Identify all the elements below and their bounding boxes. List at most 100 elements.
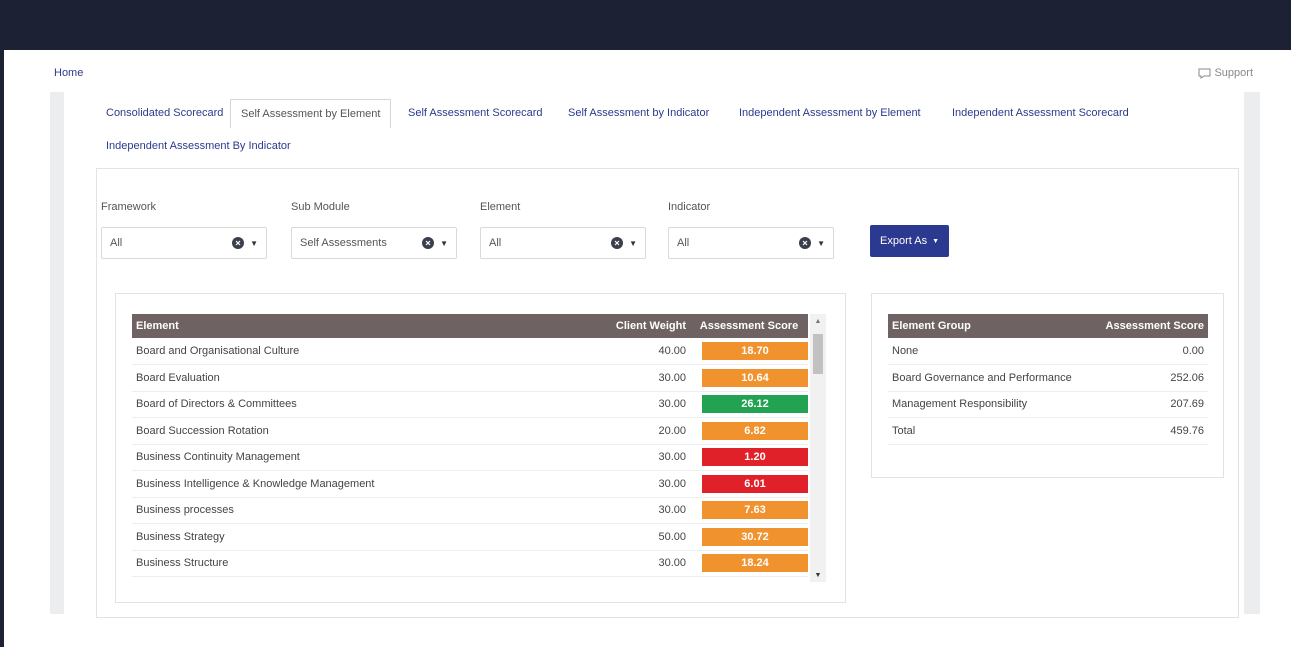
clear-icon[interactable] [611,237,624,249]
sub-module-value: Self Assessments [300,237,387,249]
assessment-score-cell: 7.63 [690,497,808,524]
tab-consolidated-scorecard[interactable]: Consolidated Scorecard [96,99,233,127]
element-score-table: Element Client Weight Assessment Score B… [132,314,808,577]
table-scrollbar[interactable]: ▲ ▼ [810,314,826,582]
element-group-column-header[interactable]: Element Group [888,314,1093,338]
indicator-select[interactable]: All ▼ [668,227,834,259]
table-row[interactable]: Management Responsibility 207.69 [888,391,1208,418]
export-as-button[interactable]: Export As ▼ [870,225,950,257]
framework-filter: Framework All ▼ [101,201,267,259]
scroll-up-icon[interactable]: ▲ [810,314,826,328]
element-column-header[interactable]: Element [132,314,600,338]
assessment-score-cell: 1.20 [690,444,808,471]
table-row[interactable]: Business processes 30.00 7.63 [132,497,808,524]
indicator-label: Indicator [668,201,711,213]
tab-self-assessment-by-element[interactable]: Self Assessment by Element [230,99,392,128]
element-score-card: Element Client Weight Assessment Score B… [115,293,846,603]
group-score-cell: 207.69 [1092,391,1208,418]
client-weight-cell: 20.00 [600,417,690,445]
chat-icon [1198,68,1211,79]
group-score-cell: 459.76 [1092,417,1208,445]
element-name-cell: Board of Directors & Committees [132,391,600,418]
clear-icon[interactable] [799,237,812,249]
indicator-value: All [677,237,690,249]
table-row[interactable]: Business Structure 30.00 18.24 [132,550,808,577]
group-score-column-header[interactable]: Assessment Score [1092,314,1208,338]
element-name-cell: Board and Organisational Culture [132,338,600,365]
score-badge: 10.64 [702,368,808,387]
framework-select[interactable]: All ▼ [101,227,267,259]
element-group-card: Element Group Assessment Score None 0.00 B… [871,293,1224,478]
element-name-cell: Board Evaluation [132,364,600,392]
tab-independent-assessment-scorecard[interactable]: Independent Assessment Scorecard [942,99,1139,127]
table-row[interactable]: Board Succession Rotation 20.00 6.82 [132,417,808,445]
assessment-score-cell: 10.64 [690,364,808,392]
element-select[interactable]: All ▼ [480,227,646,259]
element-table-body: Board and Organisational Culture 40.00 18.… [132,338,808,577]
group-score-cell: 0.00 [1092,338,1208,365]
table-row[interactable]: None 0.00 [888,338,1208,365]
table-row[interactable]: Total 459.76 [888,417,1208,445]
caret-down-icon: ▼ [932,237,940,245]
client-weight-cell: 30.00 [600,497,690,524]
assessment-score-cell: 6.82 [690,417,808,445]
client-weight-cell: 30.00 [600,391,690,418]
score-badge: 6.01 [702,474,808,493]
export-as-label: Export As [880,235,928,247]
table-row[interactable]: Board Evaluation 30.00 10.64 [132,364,808,392]
assessment-score-cell: 26.12 [690,391,808,418]
tab-self-assessment-by-indicator[interactable]: Self Assessment by Indicator [558,99,719,127]
scroll-thumb[interactable] [813,334,823,374]
caret-down-icon[interactable]: ▼ [250,239,258,248]
framework-value: All [110,237,123,249]
assessment-score-column-header[interactable]: Assessment Score [690,314,808,338]
sub-module-select[interactable]: Self Assessments ▼ [291,227,457,259]
scroll-down-icon[interactable]: ▼ [810,568,826,582]
score-badge: 30.72 [702,527,808,546]
clear-icon[interactable] [232,237,245,249]
client-weight-cell: 30.00 [600,364,690,392]
element-name-cell: Business Intelligence & Knowledge Manage… [132,470,600,498]
table-row[interactable]: Board and Organisational Culture 40.00 18.… [132,338,808,365]
tab-independent-assessment-by-element[interactable]: Independent Assessment by Element [729,99,931,127]
client-weight-column-header[interactable]: Client Weight [600,314,690,338]
caret-down-icon[interactable]: ▼ [629,239,637,248]
element-name-cell: Business Structure [132,550,600,577]
framework-label: Framework [101,201,157,213]
element-value: All [489,237,502,249]
group-score-cell: 252.06 [1092,364,1208,392]
table-row[interactable]: Board Governance and Performance 252.06 [888,364,1208,392]
element-name-cell: Business processes [132,497,600,524]
score-badge: 26.12 [702,395,808,414]
report-panel: Framework All ▼ Sub Module Self Assessme… [96,168,1239,618]
assessment-score-cell: 18.70 [690,338,808,365]
page: Home Support Consolidated Scorecard Self… [4,50,1291,647]
clear-icon[interactable] [422,237,435,249]
group-table-body: None 0.00 Board Governance and Performance… [888,338,1208,445]
element-label: Element [480,201,521,213]
home-link[interactable]: Home [54,67,83,79]
content-area: Consolidated Scorecard Self Assessment b… [50,92,1260,618]
assessment-score-cell: 18.24 [690,550,808,577]
table-row[interactable]: Business Intelligence & Knowledge Manage… [132,470,808,498]
element-group-cell: Management Responsibility [888,391,1093,418]
element-group-table: Element Group Assessment Score None 0.00 B… [888,314,1208,445]
score-badge: 6.82 [702,421,808,440]
element-name-cell: Business Continuity Management [132,444,600,471]
element-group-cell: None [888,338,1093,365]
table-row[interactable]: Board of Directors & Committees 30.00 26.1… [132,391,808,418]
support-label: Support [1214,67,1253,79]
table-row[interactable]: Business Continuity Management 30.00 1.20 [132,444,808,471]
table-header-row: Element Group Assessment Score [888,314,1208,338]
element-group-cell: Board Governance and Performance [888,364,1093,392]
element-name-cell: Board Succession Rotation [132,417,600,445]
caret-down-icon[interactable]: ▼ [817,239,825,248]
indicator-filter: Indicator All ▼ [668,201,834,259]
support-link[interactable]: Support [1198,67,1253,79]
tab-self-assessment-scorecard[interactable]: Self Assessment Scorecard [398,99,553,127]
tab-independent-assessment-by-indicator[interactable]: Independent Assessment By Indicator [96,132,301,160]
score-badge: 1.20 [702,448,808,467]
table-row[interactable]: Business Strategy 50.00 30.72 [132,523,808,551]
caret-down-icon[interactable]: ▼ [440,239,448,248]
element-filter: Element All ▼ [480,201,646,259]
